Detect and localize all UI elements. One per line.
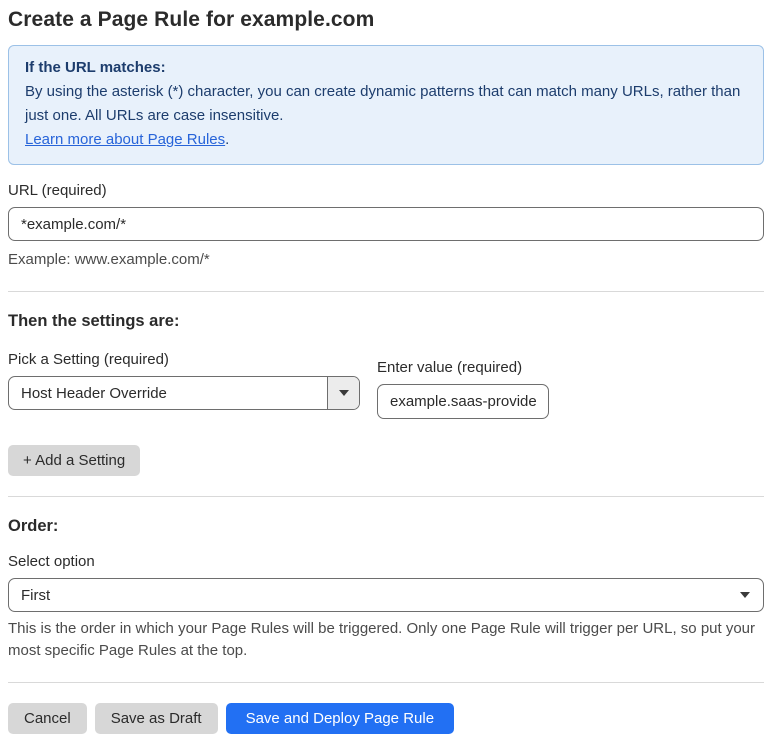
url-example-helper: Example: www.example.com/* bbox=[8, 251, 210, 268]
add-setting-button[interactable]: + Add a Setting bbox=[8, 445, 141, 476]
link-period: . bbox=[225, 131, 230, 148]
settings-row: Pick a Setting (required) Host Header Ov… bbox=[8, 351, 764, 419]
order-field-group: Select option First This is the order in… bbox=[8, 553, 764, 662]
order-helper-text: This is the order in which your Page Rul… bbox=[8, 620, 756, 659]
url-field-group: URL (required) Example: www.example.com/… bbox=[8, 182, 764, 271]
order-select[interactable]: First bbox=[8, 578, 764, 612]
chevron-down-icon bbox=[740, 592, 750, 598]
cancel-button[interactable]: Cancel bbox=[8, 703, 87, 734]
setting-value-input[interactable] bbox=[377, 384, 549, 419]
save-deploy-button[interactable]: Save and Deploy Page Rule bbox=[225, 703, 455, 734]
pick-setting-label: Pick a Setting (required) bbox=[8, 351, 169, 368]
info-link-row: Learn more about Page Rules. bbox=[25, 128, 747, 152]
order-section-heading: Order: bbox=[8, 517, 59, 535]
setting-select[interactable]: Host Header Override bbox=[8, 376, 360, 410]
save-draft-button[interactable]: Save as Draft bbox=[94, 703, 218, 734]
url-label: URL (required) bbox=[8, 182, 107, 199]
divider bbox=[8, 496, 764, 497]
learn-more-link[interactable]: Learn more about Page Rules bbox=[25, 131, 225, 148]
order-select-label: Select option bbox=[8, 553, 95, 570]
info-box-heading: If the URL matches: bbox=[25, 59, 166, 76]
enter-value-label: Enter value (required) bbox=[377, 359, 523, 376]
divider bbox=[8, 291, 764, 292]
url-input[interactable] bbox=[8, 207, 764, 241]
create-page-rule-form: Create a Page Rule for example.com If th… bbox=[8, 8, 764, 734]
page-title: Create a Page Rule for example.com bbox=[8, 8, 375, 31]
pick-setting-group: Pick a Setting (required) Host Header Ov… bbox=[8, 351, 360, 410]
enter-value-group: Enter value (required) bbox=[377, 359, 549, 419]
chevron-down-icon[interactable] bbox=[327, 377, 359, 409]
order-select-value: First bbox=[21, 586, 51, 604]
info-box-body: By using the asterisk (*) character, you… bbox=[25, 83, 741, 124]
divider bbox=[8, 682, 764, 683]
setting-select-value: Host Header Override bbox=[21, 384, 167, 402]
settings-section-heading: Then the settings are: bbox=[8, 312, 180, 330]
form-actions: Cancel Save as Draft Save and Deploy Pag… bbox=[8, 703, 764, 734]
url-match-info-box: If the URL matches: By using the asteris… bbox=[8, 45, 764, 165]
